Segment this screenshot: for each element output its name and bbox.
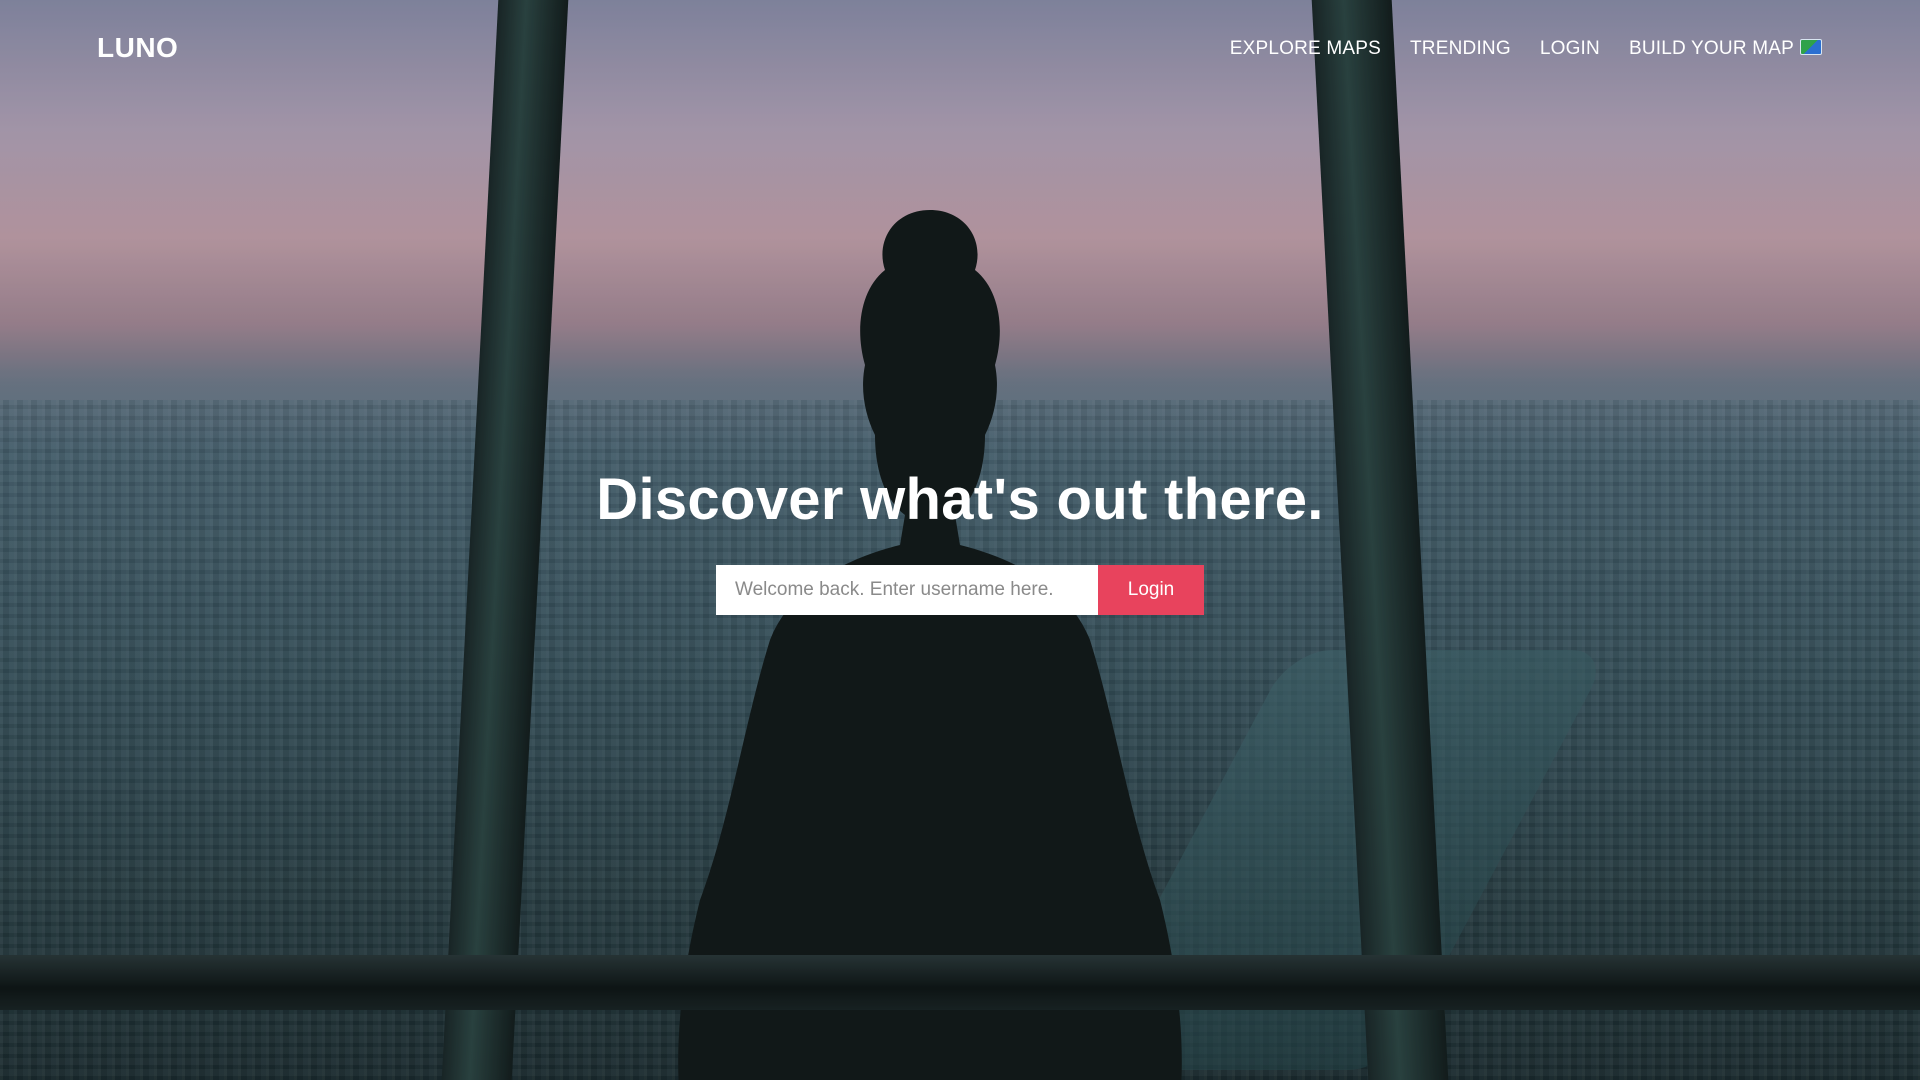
- username-input[interactable]: [716, 565, 1098, 615]
- login-button[interactable]: Login: [1098, 565, 1204, 615]
- hero-section: LUNO EXPLORE MAPS TRENDING LOGIN BUILD Y…: [0, 0, 1920, 1080]
- login-form: Login: [716, 565, 1204, 615]
- hero-headline: Discover what's out there.: [596, 467, 1324, 532]
- map-flag-icon: [1800, 39, 1822, 55]
- navbar: LUNO EXPLORE MAPS TRENDING LOGIN BUILD Y…: [0, 0, 1920, 100]
- nav-links: EXPLORE MAPS TRENDING LOGIN BUILD YOUR M…: [1230, 38, 1822, 60]
- nav-login[interactable]: LOGIN: [1540, 38, 1600, 60]
- nav-build-your-map[interactable]: BUILD YOUR MAP: [1629, 38, 1822, 60]
- nav-trending[interactable]: TRENDING: [1410, 38, 1511, 60]
- nav-build-your-map-label: BUILD YOUR MAP: [1628, 38, 1794, 59]
- background-overlay: [0, 0, 1920, 1080]
- nav-explore-maps[interactable]: EXPLORE MAPS: [1230, 38, 1381, 60]
- brand-logo[interactable]: LUNO: [97, 32, 178, 64]
